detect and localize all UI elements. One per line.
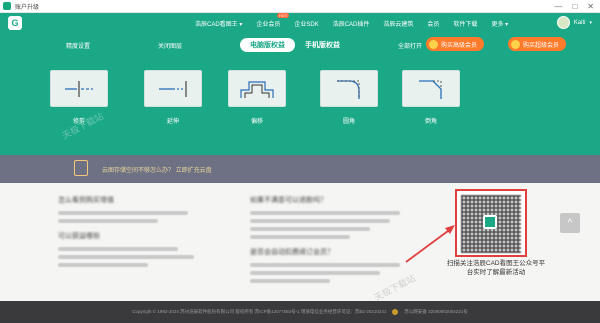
qr-logo-icon [483, 215, 497, 229]
police-badge-icon [392, 309, 399, 315]
chevron-up-icon: ^ [567, 217, 573, 229]
scroll-to-top-button[interactable]: ^ [560, 213, 580, 233]
copyright-text: Copyright © 1992-2024 苏州浩辰软件股份有限公司 版权所有 … [132, 309, 387, 314]
qr-code [455, 189, 527, 257]
qr-caption: 扫描关注浩辰CAD看图王公众号平台实时了解最新活动 [446, 260, 546, 276]
police-record-text[interactable]: 苏公网安备 32050802004221号 [404, 309, 467, 315]
copyright-bar: Copyright © 1992-2024 苏州浩辰软件股份有限公司 版权所有 … [0, 301, 600, 323]
